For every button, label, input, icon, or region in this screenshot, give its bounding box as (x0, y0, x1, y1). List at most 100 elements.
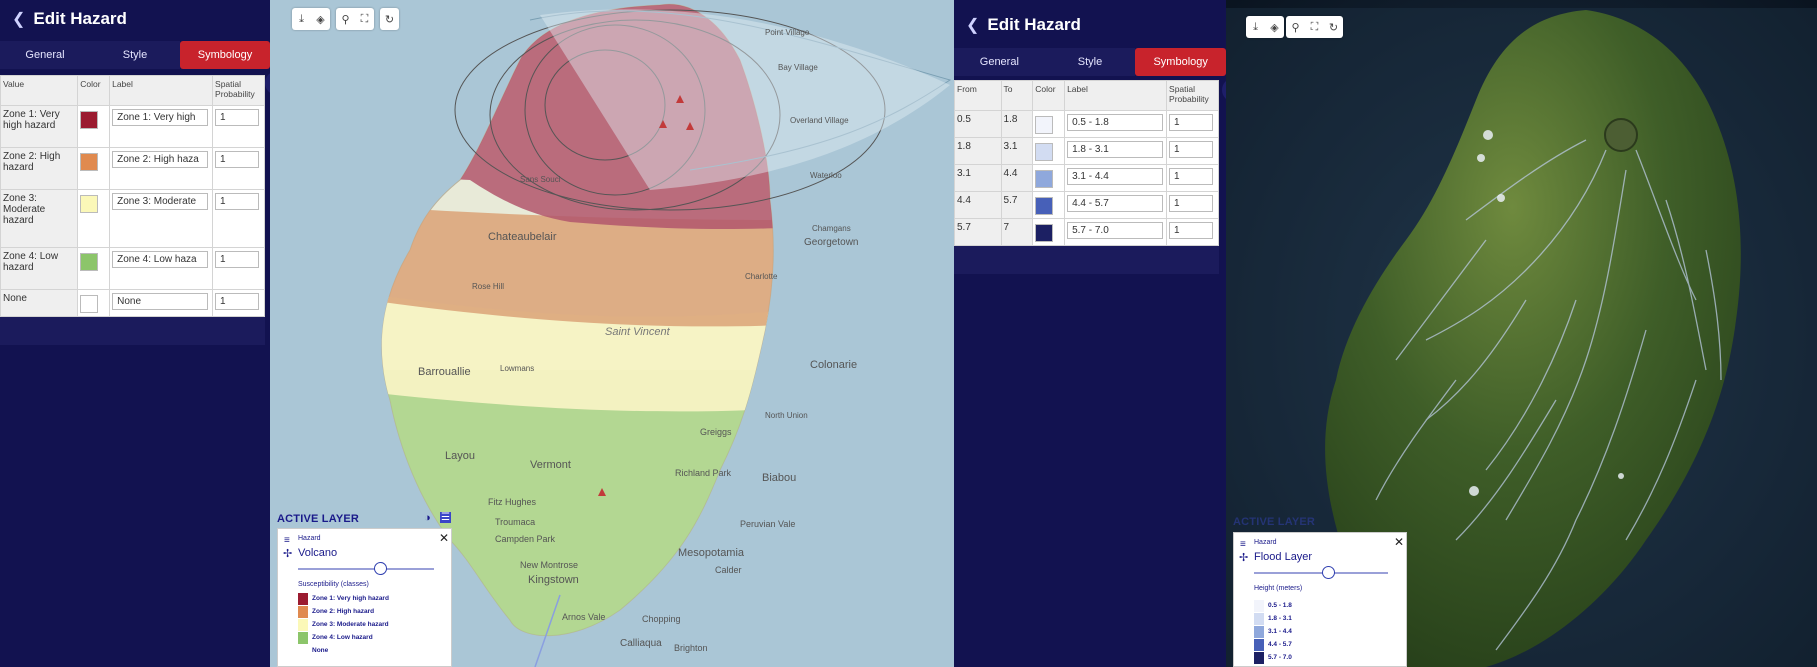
fullscreen-icon[interactable]: ⛶ (355, 8, 374, 30)
legend-swatch (1254, 625, 1264, 638)
color-swatch[interactable] (80, 111, 99, 129)
col-header-to: To (1000, 80, 1034, 111)
legend-toggle-icon[interactable]: ☰ (440, 512, 451, 523)
color-swatch[interactable] (1035, 116, 1054, 134)
tab-style[interactable]: Style (90, 41, 180, 69)
place-label: Saint Vincent (605, 326, 671, 338)
row-to: 4.4 (1000, 164, 1034, 192)
download-icon[interactable]: ⤓ (1246, 16, 1265, 38)
drag-handle-icon[interactable]: ≡ (1240, 539, 1246, 550)
back-chevron-icon[interactable]: ❮ (966, 15, 979, 35)
layers-icon[interactable]: ◈ (311, 8, 330, 30)
place-label: Troumaca (495, 517, 535, 527)
opacity-slider-thumb[interactable] (373, 562, 387, 575)
label-input[interactable] (1067, 114, 1164, 131)
place-label: Biabou (762, 472, 796, 484)
flood-satellite-map[interactable]: ⤓ ◈ ⚲ ⛶ ↻ ACTIVE LAYER ≡ Hazard ✕ ✢ Floo… (1226, 0, 1817, 667)
color-swatch[interactable] (80, 253, 99, 271)
move-icon[interactable]: ✢ (283, 547, 292, 560)
legend-swatch (298, 605, 308, 618)
label-input[interactable] (112, 251, 209, 268)
probability-input[interactable] (1169, 141, 1214, 158)
place-label: Arnos Vale (562, 612, 605, 622)
tab-general[interactable]: General (0, 41, 90, 69)
place-label: Waterloo (810, 171, 842, 180)
table-row: Zone 2: High hazard (0, 147, 265, 190)
volcano-hazard-map[interactable]: Chateaubelair Saint Vincent Barrouallie … (270, 0, 954, 667)
legend-item: None (298, 644, 389, 657)
label-input[interactable] (1067, 141, 1164, 158)
place-label: Sans Souci (520, 175, 561, 184)
legend-swatch (1254, 651, 1264, 664)
table-row: 3.1 4.4 (954, 164, 1219, 192)
probability-input[interactable] (215, 151, 260, 168)
tab-general[interactable]: General (954, 48, 1045, 76)
place-label: Vermont (530, 459, 571, 471)
cloud (1483, 130, 1493, 140)
legend-label: 5.7 - 7.0 (1268, 654, 1292, 661)
layer-name: Flood Layer (1254, 551, 1313, 563)
cloud (1469, 486, 1479, 496)
legend-label: Zone 1: Very high hazard (312, 595, 389, 602)
legend-swatch (1254, 599, 1264, 612)
label-input[interactable] (112, 193, 209, 210)
color-swatch[interactable] (1035, 143, 1054, 161)
probability-input[interactable] (1169, 222, 1214, 239)
color-swatch[interactable] (1035, 197, 1054, 215)
contrast-icon[interactable]: ◑ (424, 512, 431, 524)
label-input[interactable] (1067, 195, 1164, 212)
probability-input[interactable] (215, 193, 260, 210)
legend-item: 1.8 - 3.1 (1254, 612, 1292, 625)
tab-symbology[interactable]: Symbology (1135, 48, 1227, 76)
color-swatch[interactable] (80, 153, 99, 171)
legend-label: 4.4 - 5.7 (1268, 641, 1292, 648)
label-input[interactable] (1067, 222, 1164, 239)
close-icon[interactable]: ✕ (1394, 535, 1404, 549)
layer-category: Hazard (298, 535, 321, 542)
label-input[interactable] (112, 151, 209, 168)
label-input[interactable] (112, 109, 209, 126)
probability-input[interactable] (215, 109, 260, 126)
probability-input[interactable] (215, 293, 260, 310)
probability-input[interactable] (1169, 168, 1214, 185)
download-icon[interactable]: ⤓ (292, 8, 311, 30)
opacity-slider-thumb[interactable] (1321, 566, 1335, 579)
legend-list: 0.5 - 1.8 1.8 - 3.1 3.1 - 4.4 4.4 - 5.7 … (1254, 599, 1292, 664)
color-swatch[interactable] (80, 295, 99, 313)
color-swatch[interactable] (1035, 224, 1054, 242)
color-swatch[interactable] (1035, 170, 1054, 188)
col-header-probability: Spatial Probability (1166, 80, 1219, 111)
probability-input[interactable] (215, 251, 260, 268)
probability-input[interactable] (1169, 114, 1214, 131)
col-header-color: Color (77, 75, 111, 106)
tab-symbology[interactable]: Symbology (180, 41, 270, 69)
col-header-value: Value (0, 75, 79, 106)
table-row: Zone 1: Very high hazard (0, 105, 265, 148)
col-header-label: Label (1064, 80, 1168, 111)
table-row: 5.7 7 (954, 218, 1219, 246)
table-row: None (0, 289, 265, 317)
probability-input[interactable] (1169, 195, 1214, 212)
close-icon[interactable]: ✕ (439, 531, 449, 545)
color-swatch[interactable] (80, 195, 99, 213)
table-row: 0.5 1.8 (954, 110, 1219, 138)
tab-style[interactable]: Style (1044, 48, 1136, 76)
refresh-icon[interactable]: ↻ (1324, 16, 1343, 38)
move-icon[interactable]: ✢ (1239, 551, 1248, 564)
row-from: 0.5 (954, 110, 1002, 138)
drag-handle-icon[interactable]: ≡ (284, 535, 290, 546)
fullscreen-icon[interactable]: ⛶ (1305, 16, 1324, 38)
row-to: 1.8 (1000, 110, 1034, 138)
place-label: Richland Park (675, 468, 732, 478)
location-pin-icon[interactable]: ⚲ (1286, 16, 1305, 38)
refresh-icon[interactable]: ↻ (380, 8, 399, 30)
back-chevron-icon[interactable]: ❮ (12, 9, 25, 29)
row-value: Zone 4: Low hazard (0, 247, 79, 290)
label-input[interactable] (112, 293, 209, 310)
active-layer-heading: ACTIVE LAYER (1233, 516, 1316, 528)
opacity-slider-track[interactable] (298, 568, 434, 570)
layers-icon[interactable]: ◈ (1265, 16, 1284, 38)
location-pin-icon[interactable]: ⚲ (336, 8, 355, 30)
label-input[interactable] (1067, 168, 1164, 185)
legend-label: 0.5 - 1.8 (1268, 602, 1292, 609)
